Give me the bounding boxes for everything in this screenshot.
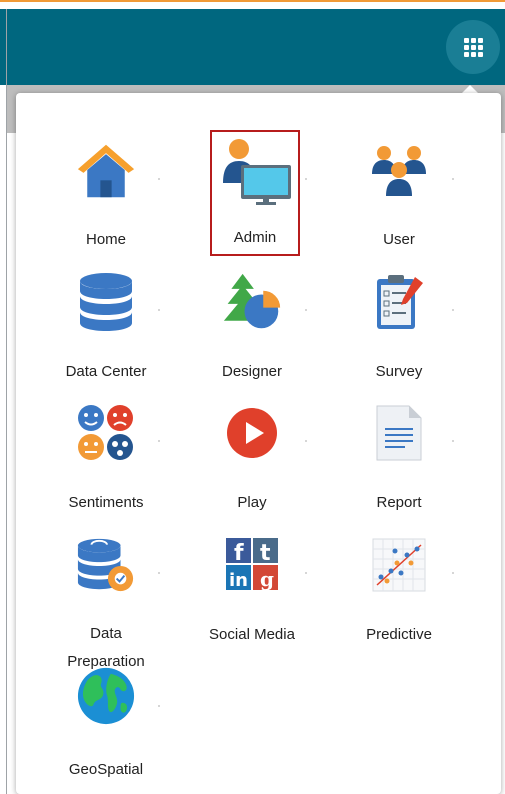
play-icon bbox=[222, 403, 282, 463]
separator-dot bbox=[452, 440, 454, 442]
predictive-scatter-icon bbox=[369, 535, 429, 595]
app-label-line: Data bbox=[90, 625, 122, 642]
app-tile-user[interactable]: User bbox=[354, 130, 444, 248]
app-label: GeoSpatial bbox=[68, 761, 144, 778]
app-tile-social-media[interactable]: f t in g Social Media bbox=[207, 525, 297, 643]
svg-text:t: t bbox=[260, 541, 271, 566]
header-bar bbox=[0, 9, 505, 85]
app-label: Data Center bbox=[65, 363, 147, 380]
app-label: Admin bbox=[233, 229, 277, 246]
separator-dot bbox=[452, 572, 454, 574]
separator-dot bbox=[452, 309, 454, 311]
app-label: User bbox=[383, 231, 415, 248]
home-icon bbox=[76, 140, 136, 200]
app-label: Home bbox=[85, 231, 126, 248]
separator-dot bbox=[305, 440, 307, 442]
designer-icon bbox=[222, 272, 282, 332]
separator-dot bbox=[305, 178, 307, 180]
app-label: Report bbox=[376, 494, 422, 511]
database-icon bbox=[76, 272, 136, 332]
top-accent-strip bbox=[0, 0, 505, 9]
survey-clipboard-icon bbox=[369, 272, 429, 332]
app-label: Survey bbox=[375, 363, 423, 380]
sentiments-faces-icon bbox=[76, 403, 136, 463]
app-label: Social Media bbox=[209, 626, 295, 643]
app-tile-predictive[interactable]: Predictive bbox=[354, 525, 444, 643]
separator-dot bbox=[305, 309, 307, 311]
app-label: Designer bbox=[221, 363, 283, 380]
app-label: Predictive bbox=[366, 626, 432, 643]
separator-dot bbox=[158, 440, 160, 442]
admin-icon bbox=[217, 139, 293, 205]
app-tile-designer[interactable]: Designer bbox=[207, 262, 297, 380]
data-preparation-icon bbox=[76, 535, 136, 595]
app-tile-admin[interactable]: Admin bbox=[210, 130, 300, 256]
grid-apps-icon bbox=[463, 37, 483, 57]
globe-icon bbox=[76, 666, 136, 726]
social-media-icon: f t in g bbox=[222, 535, 282, 595]
report-document-icon bbox=[369, 403, 429, 463]
app-tile-data-preparation[interactable]: Data Preparation bbox=[61, 525, 151, 670]
svg-text:in: in bbox=[229, 570, 248, 591]
separator-dot bbox=[158, 178, 160, 180]
app-tile-play[interactable]: Play bbox=[207, 393, 297, 511]
app-label: Play bbox=[237, 494, 267, 511]
app-tile-sentiments[interactable]: Sentiments bbox=[61, 393, 151, 511]
apps-launcher-button[interactable] bbox=[446, 20, 500, 74]
separator-dot bbox=[158, 309, 160, 311]
svg-text:f: f bbox=[234, 541, 244, 566]
app-label: Sentiments bbox=[68, 494, 144, 511]
svg-text:g: g bbox=[260, 567, 274, 591]
users-icon bbox=[369, 140, 429, 200]
app-tile-survey[interactable]: Survey bbox=[354, 262, 444, 380]
app-tile-data-center[interactable]: Data Center bbox=[61, 262, 151, 380]
separator-dot bbox=[158, 705, 160, 707]
app-tile-report[interactable]: Report bbox=[354, 393, 444, 511]
separator-dot bbox=[305, 572, 307, 574]
separator-dot bbox=[452, 178, 454, 180]
app-tile-geospatial[interactable]: GeoSpatial bbox=[61, 660, 151, 778]
separator-dot bbox=[158, 572, 160, 574]
app-tile-home[interactable]: Home bbox=[61, 130, 151, 248]
